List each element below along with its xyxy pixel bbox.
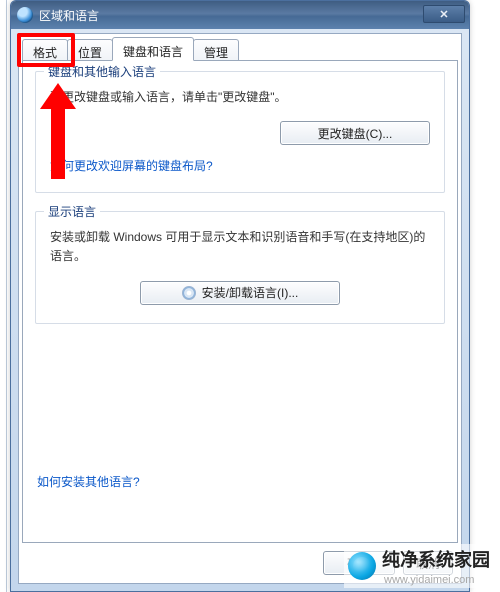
disc-icon (182, 286, 196, 300)
titlebar[interactable]: 区域和语言 ✕ (11, 1, 469, 29)
client-area: 格式 位置 键盘和语言 管理 键盘和其他输入语言 要更改键盘或输入语言，请单击"… (18, 33, 462, 584)
group-display-legend: 显示语言 (44, 203, 100, 220)
window-title: 区域和语言 (39, 7, 99, 24)
globe-icon (17, 7, 33, 23)
keyboard-hint: 要更改键盘或输入语言，请单击"更改键盘"。 (50, 88, 430, 107)
install-language-button[interactable]: 安装/卸载语言(I)... (140, 281, 340, 305)
how-install-other-link[interactable]: 如何安装其他语言? (37, 473, 140, 490)
group-display-language: 显示语言 安装或卸载 Windows 可用于显示文本和识别语音和手写(在支持地区… (35, 211, 445, 323)
change-keyboard-button[interactable]: 更改键盘(C)... (280, 121, 430, 145)
group-keyboard-input: 键盘和其他输入语言 要更改键盘或输入语言，请单击"更改键盘"。 更改键盘(C).… (35, 71, 445, 193)
tab-strip: 格式 位置 键盘和语言 管理 (22, 37, 238, 61)
watermark: 纯净系统家园 www.yidaimei.com (344, 544, 494, 588)
close-icon: ✕ (439, 8, 448, 21)
tab-panel-keyboard: 键盘和其他输入语言 要更改键盘或输入语言，请单击"更改键盘"。 更改键盘(C).… (22, 60, 458, 543)
close-button[interactable]: ✕ (423, 5, 465, 23)
group-keyboard-legend: 键盘和其他输入语言 (44, 63, 160, 80)
dialog-window: 区域和语言 ✕ 格式 位置 键盘和语言 管理 键盘和其他输入语言 要更改键盘或输… (10, 0, 470, 592)
watermark-url: www.yidaimei.com (384, 574, 490, 586)
welcome-layout-link[interactable]: 如何更改欢迎屏幕的键盘布局? (50, 159, 213, 173)
display-hint: 安装或卸载 Windows 可用于显示文本和识别语音和手写(在支持地区)的语言。 (50, 228, 430, 266)
tab-keyboard-language[interactable]: 键盘和语言 (112, 37, 194, 61)
watermark-name: 纯净系统家园 (382, 546, 490, 572)
watermark-logo-icon (348, 552, 376, 580)
